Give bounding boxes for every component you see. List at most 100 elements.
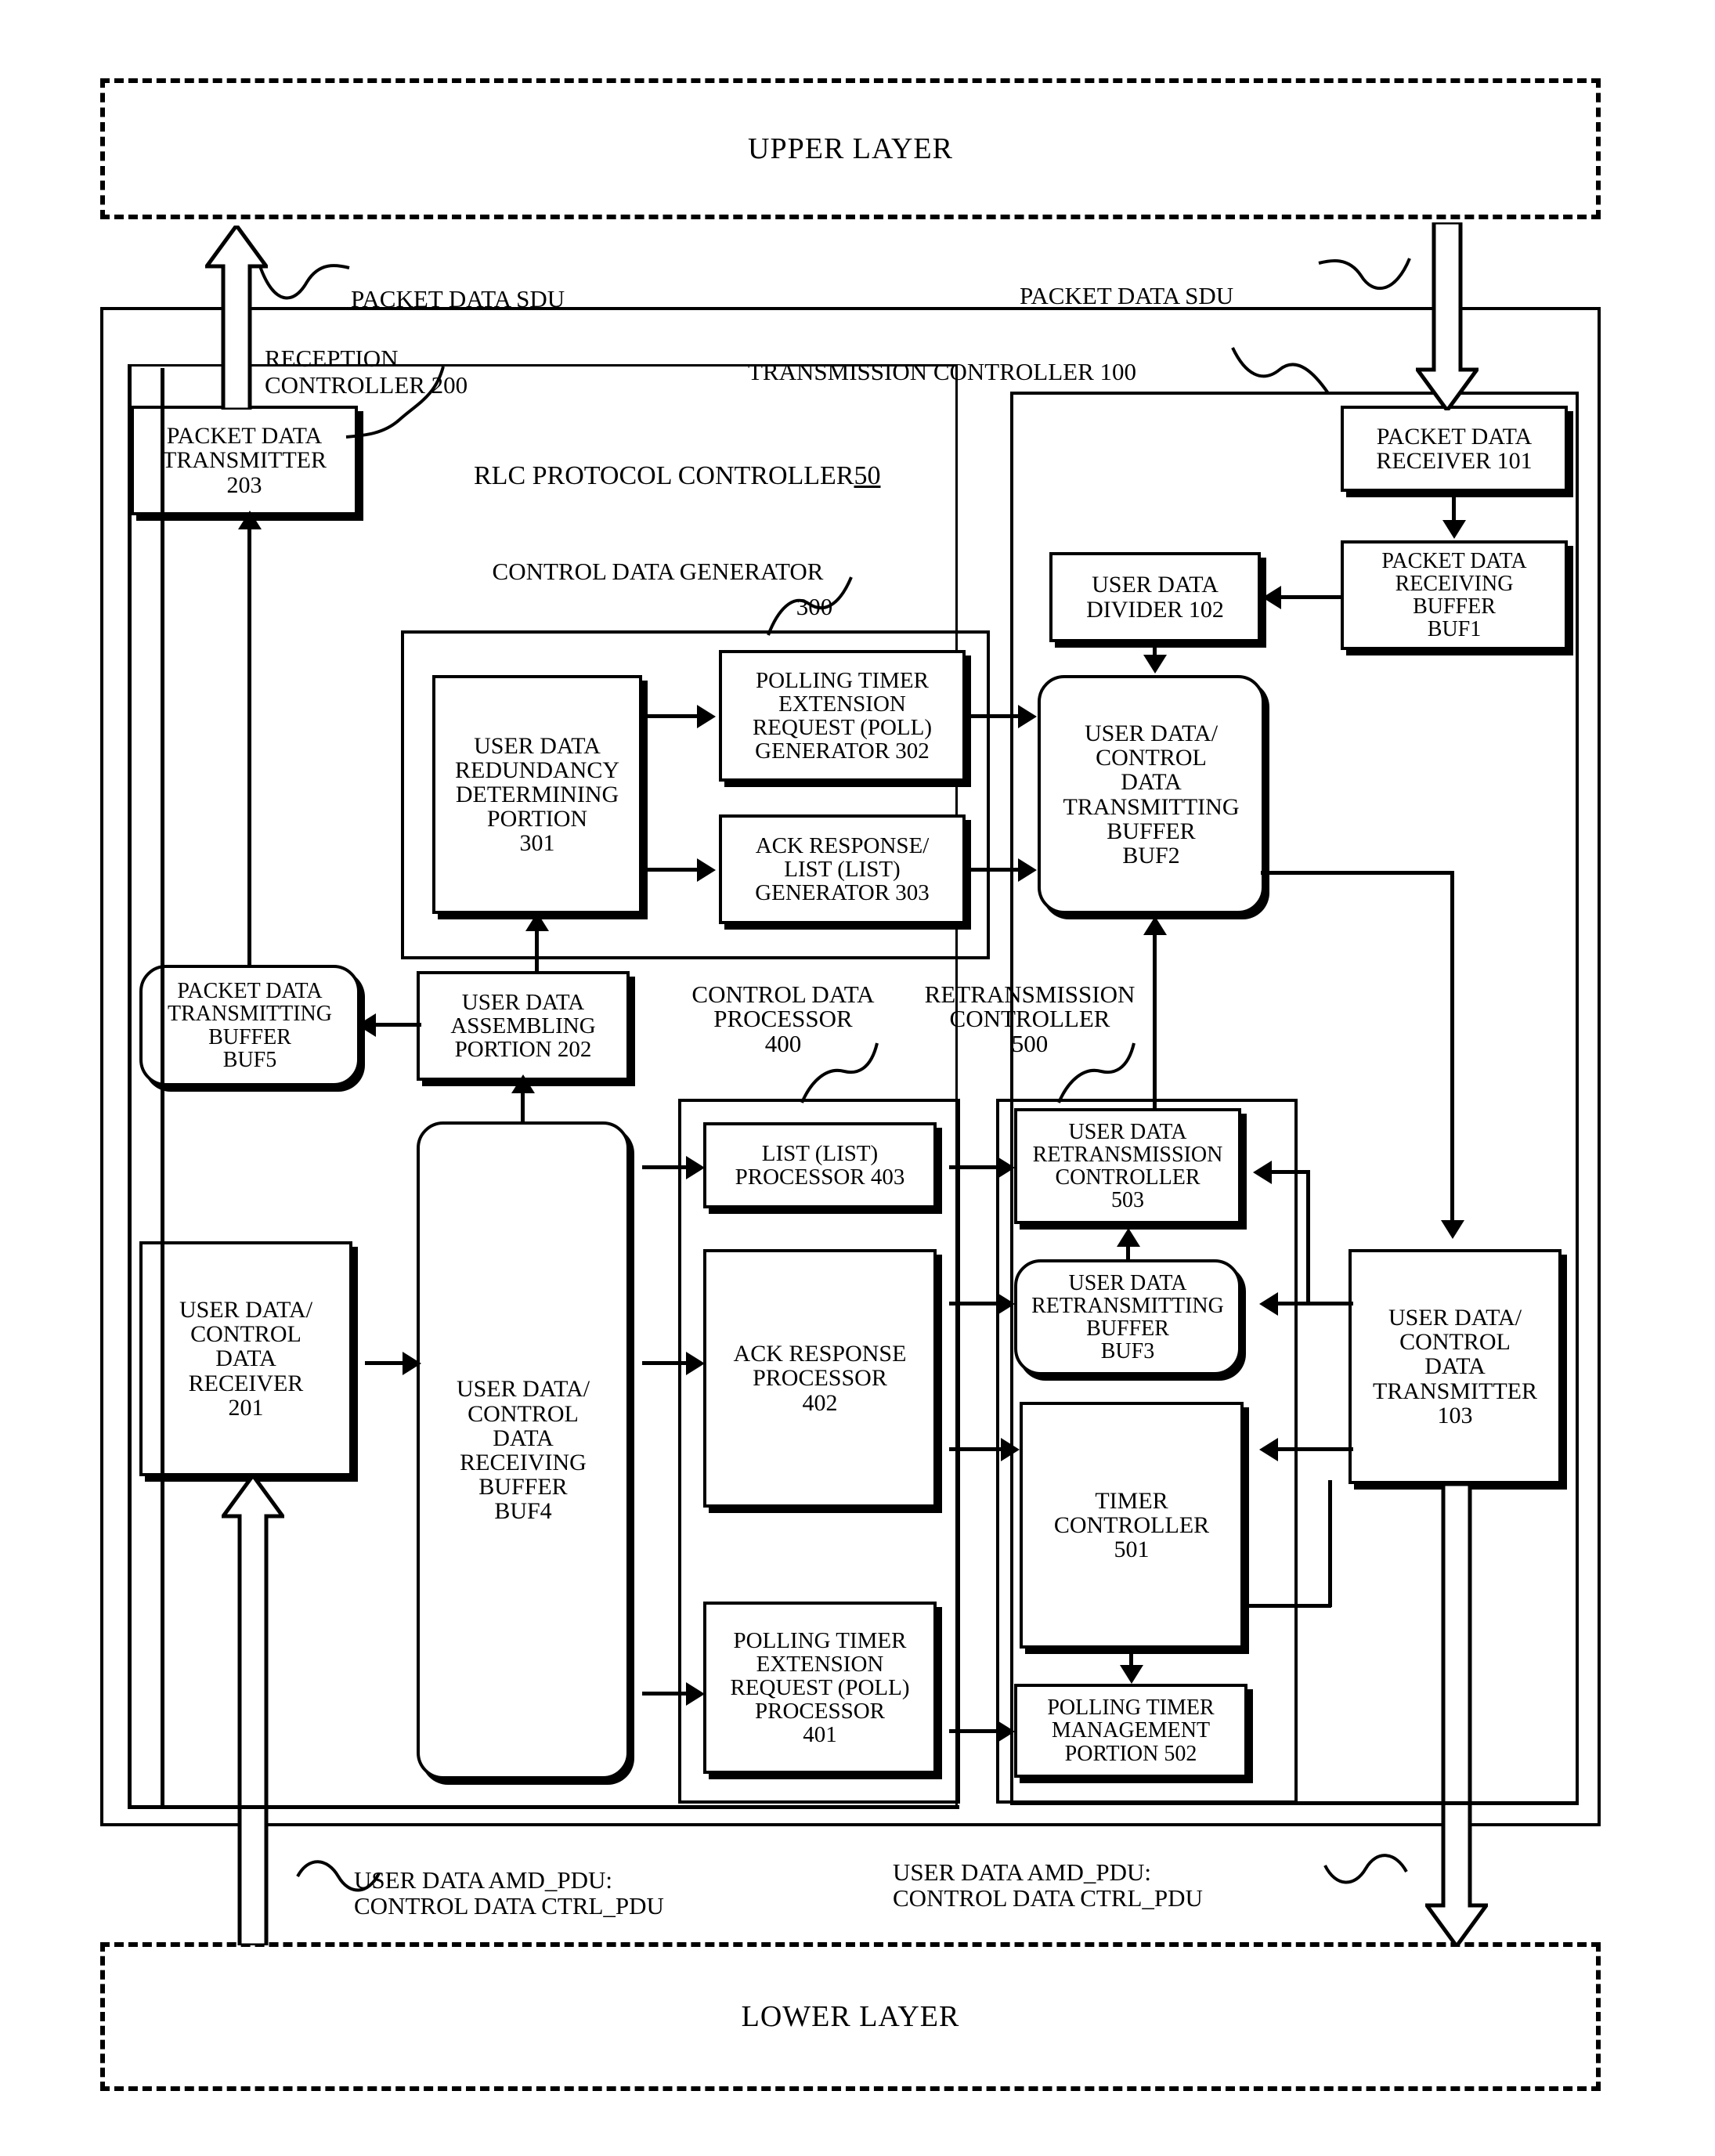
connector-301-to-302	[645, 714, 700, 718]
connector-303-to-buf2	[971, 868, 1024, 872]
block-user-data-divider-102[interactable]: USER DATA DIVIDER 102	[1049, 552, 1261, 642]
connector-403-to-503	[949, 1165, 998, 1169]
rlc-protocol-controller-label: RLC PROTOCOL CONTROLLER50	[474, 460, 881, 490]
arrowhead-buf4-to-202	[511, 1074, 535, 1093]
connector-203-input-stub	[247, 515, 251, 528]
arrowhead-402-to-buf3	[996, 1292, 1015, 1316]
pdu-label-right: USER DATA AMD_PDU: CONTROL DATA CTRL_PDU	[893, 1858, 1203, 1912]
arrowhead-501-to-502	[1120, 1665, 1143, 1684]
arrowhead-403-to-503	[996, 1156, 1015, 1179]
arrowhead-buf1-to-102	[1262, 586, 1281, 609]
connector-202-to-301-vertical	[535, 928, 539, 973]
arrowhead-buf3-to-503	[1117, 1228, 1140, 1247]
block-polling-timer-management-portion-502[interactable]: POLLING TIMER MANAGEMENT PORTION 502	[1014, 1684, 1247, 1778]
block-polling-timer-extension-request-poll-generator-302[interactable]: POLLING TIMER EXTENSION REQUEST (POLL) G…	[719, 650, 966, 782]
connector-501-right-vertical	[1328, 1480, 1332, 1607]
squiggle-transmission-controller	[1231, 345, 1333, 395]
connector-301-to-303	[645, 868, 700, 872]
lower-layer-label: LOWER LAYER	[741, 2000, 960, 2033]
arrowhead-101-to-buf1	[1442, 520, 1466, 539]
connector-buf2-down-to-103	[1450, 871, 1454, 1223]
block-packet-data-transmitting-buffer-buf5[interactable]: PACKET DATA TRANSMITTING BUFFER BUF5	[139, 965, 360, 1086]
connector-402-to-501	[949, 1447, 1002, 1451]
pdu-label-left: USER DATA AMD_PDU: CONTROL DATA CTRL_PDU	[354, 1865, 664, 1919]
block-arrow-down-from-upper-layer	[1416, 222, 1479, 410]
connector-buf4-to-401	[642, 1692, 691, 1696]
connector-501-right	[1244, 1604, 1331, 1608]
lower-layer-box: LOWER LAYER	[100, 1942, 1601, 2091]
connector-201-to-buf4	[365, 1361, 406, 1365]
arrowhead-103-to-501	[1259, 1438, 1278, 1461]
arrowhead-buf4-to-402	[686, 1352, 705, 1375]
arrowhead-503-to-buf2	[1143, 916, 1167, 935]
arrowhead-103-to-503	[1253, 1161, 1272, 1184]
squiggle-sdu-right	[1317, 252, 1411, 299]
upper-layer-label: UPPER LAYER	[748, 132, 953, 165]
connector-302-to-buf2	[971, 714, 1024, 718]
squiggle-retransmission-controller	[1056, 1042, 1142, 1104]
arrowhead-202-to-buf5	[357, 1013, 376, 1037]
block-user-data-control-data-receiver-201[interactable]: USER DATA/ CONTROL DATA RECEIVER 201	[139, 1241, 352, 1476]
arrowhead-buf4-to-401	[686, 1682, 705, 1706]
squiggle-pdu-left	[296, 1853, 382, 1900]
connector-202-to-buf5	[374, 1023, 421, 1027]
packet-data-sdu-label-left: PACKET DATA SDU	[351, 285, 565, 313]
block-list-processor-403[interactable]: LIST (LIST) PROCESSOR 403	[703, 1122, 937, 1208]
block-user-data-assembling-portion-202[interactable]: USER DATA ASSEMBLING PORTION 202	[417, 971, 630, 1081]
rail-reception-bottom	[128, 1805, 959, 1809]
arrowhead-301-to-303	[697, 858, 716, 882]
arrowhead-buf4-to-403	[686, 1156, 705, 1179]
arrowhead-103-to-buf3	[1259, 1292, 1278, 1316]
block-user-data-control-data-receiving-buffer-buf4[interactable]: USER DATA/ CONTROL DATA RECEIVING BUFFER…	[417, 1121, 630, 1779]
squiggle-control-data-processor	[799, 1042, 885, 1104]
rail-transmission-bottom	[1010, 1801, 1579, 1805]
squiggle-pdu-right	[1323, 1847, 1410, 1894]
connector-103-to-503-vertical	[1306, 1170, 1310, 1305]
connector-402-to-buf3	[949, 1302, 998, 1306]
squiggle-reception-controller	[345, 365, 446, 455]
arrowhead-402-to-501	[1001, 1438, 1020, 1461]
block-arrow-down-to-lower-layer	[1425, 1484, 1488, 1946]
packet-data-sdu-label-right: PACKET DATA SDU	[1020, 282, 1234, 310]
block-polling-timer-extension-request-poll-processor-401[interactable]: POLLING TIMER EXTENSION REQUEST (POLL) P…	[703, 1602, 937, 1774]
connector-101-to-buf1	[1452, 495, 1456, 523]
connector-buf4-to-403	[642, 1165, 691, 1169]
rail-lower-bus-left	[161, 368, 164, 1809]
block-user-data-control-data-transmitting-buffer-buf2[interactable]: USER DATA/ CONTROL DATA TRANSMITTING BUF…	[1038, 675, 1265, 914]
block-ack-response-list-generator-303[interactable]: ACK RESPONSE/ LIST (LIST) GENERATOR 303	[719, 814, 966, 924]
squiggle-sdu-left	[258, 258, 352, 305]
arrowhead-201-to-buf4	[403, 1352, 421, 1375]
connector-401-to-502	[949, 1729, 998, 1733]
connector-buf2-right	[1261, 871, 1453, 875]
connector-503-to-buf2-vertical	[1153, 934, 1157, 1109]
squiggle-control-data-generator	[764, 576, 858, 638]
block-packet-data-receiving-buffer-buf1[interactable]: PACKET DATA RECEIVING BUFFER BUF1	[1341, 540, 1568, 650]
arrowhead-buf2-to-103	[1441, 1220, 1464, 1239]
block-user-data-control-data-transmitter-103[interactable]: USER DATA/ CONTROL DATA TRANSMITTER 103	[1349, 1249, 1562, 1484]
block-arrow-up-to-upper-layer	[205, 226, 268, 410]
connector-103-to-501	[1278, 1447, 1353, 1451]
block-packet-data-receiver-101[interactable]: PACKET DATA RECEIVER 101	[1341, 406, 1568, 492]
arrowhead-301-to-302	[697, 705, 716, 728]
connector-301-feed-vertical	[535, 914, 539, 930]
connector-103-to-buf3	[1278, 1302, 1353, 1306]
arrowhead-401-to-502	[996, 1720, 1015, 1743]
connector-buf4-to-402	[642, 1361, 691, 1365]
transmission-controller-label: TRANSMISSION CONTROLLER 100	[748, 358, 1137, 386]
rail-reception-left	[128, 367, 132, 1808]
arrowhead-102-to-buf2	[1143, 655, 1167, 674]
rlc-number: 50	[854, 460, 881, 490]
block-packet-data-transmitter-203[interactable]: PACKET DATA TRANSMITTER 203	[131, 406, 358, 515]
patent-figure: UPPER LAYER LOWER LAYER RECEPTION CONTRO…	[0, 0, 1715, 2156]
connector-buf1-to-102	[1280, 595, 1342, 599]
block-user-data-retransmission-controller-503[interactable]: USER DATA RETRANSMISSION CONTROLLER 503	[1014, 1108, 1241, 1224]
block-ack-response-processor-402[interactable]: ACK RESPONSE PROCESSOR 402	[703, 1249, 937, 1508]
block-user-data-retransmitting-buffer-buf3[interactable]: USER DATA RETRANSMITTING BUFFER BUF3	[1014, 1259, 1241, 1375]
arrowhead-303-to-buf2	[1018, 858, 1037, 882]
block-arrow-up-from-lower-layer	[222, 1475, 284, 1945]
connector-103-to-503-horizontal	[1272, 1170, 1309, 1174]
upper-layer-box: UPPER LAYER	[100, 78, 1601, 219]
block-timer-controller-501[interactable]: TIMER CONTROLLER 501	[1020, 1402, 1244, 1649]
connector-buf4-to-202	[521, 1090, 525, 1125]
block-user-data-redundancy-determining-portion-301[interactable]: USER DATA REDUNDANCY DETERMINING PORTION…	[432, 675, 642, 914]
